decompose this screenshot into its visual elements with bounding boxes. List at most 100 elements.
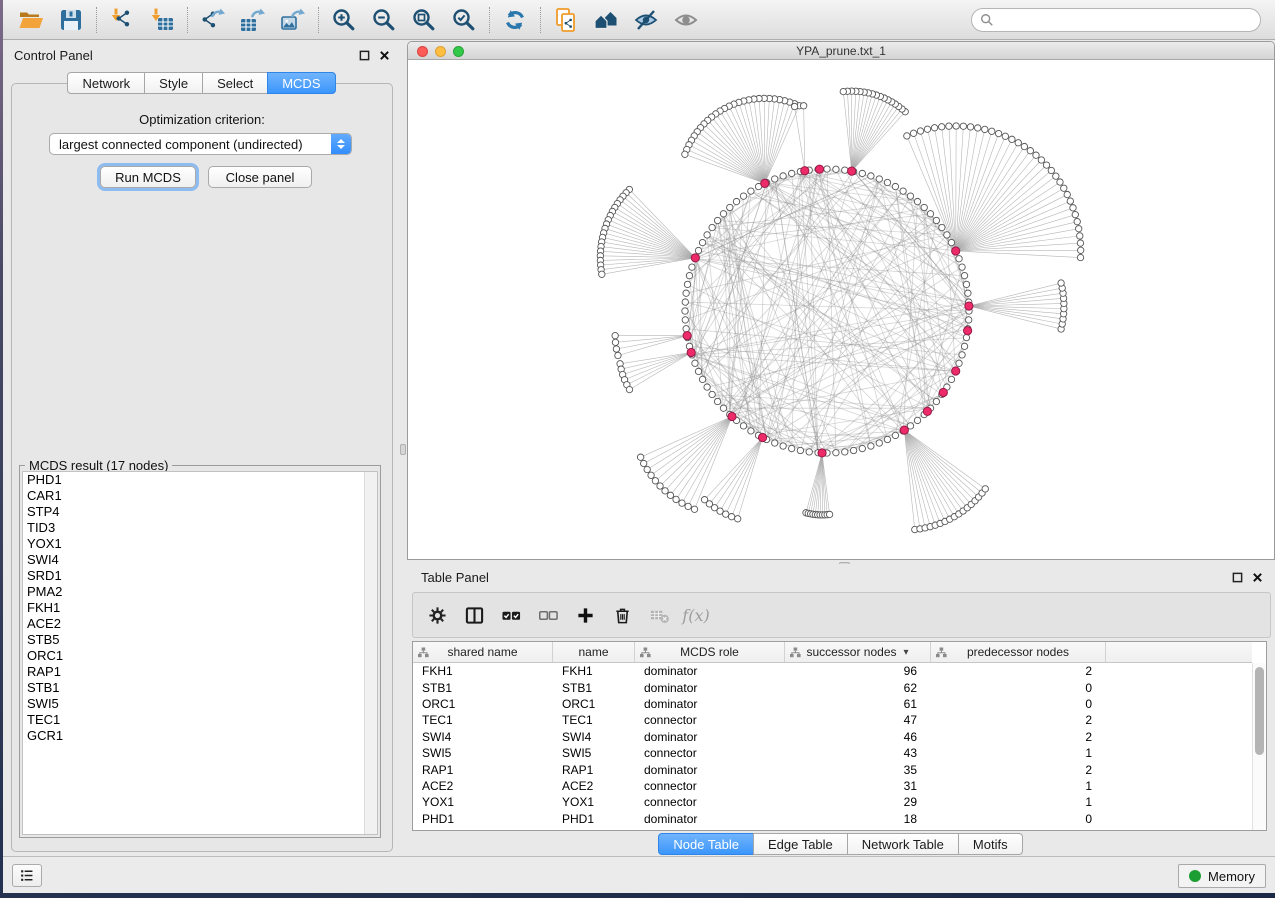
network-node[interactable] — [833, 166, 839, 172]
network-hub-node[interactable] — [952, 367, 960, 375]
optimization-criterion-select[interactable]: largest connected component (undirected) — [49, 133, 352, 155]
network-node[interactable] — [826, 511, 832, 517]
refresh-button[interactable] — [495, 4, 535, 36]
network-node[interactable] — [699, 239, 705, 245]
memory-button[interactable]: Memory — [1178, 864, 1266, 888]
network-node[interactable] — [953, 123, 959, 129]
network-node[interactable] — [720, 211, 726, 217]
column-header-successor-nodes[interactable]: successor nodes▾ — [785, 642, 931, 662]
network-node[interactable] — [956, 360, 962, 366]
show-panels-button[interactable] — [12, 864, 42, 887]
network-node[interactable] — [684, 281, 690, 287]
network-node[interactable] — [791, 103, 797, 109]
network-node[interactable] — [682, 317, 688, 323]
network-hub-node[interactable] — [939, 388, 947, 396]
network-node[interactable] — [613, 346, 619, 352]
network-node[interactable] — [840, 88, 846, 94]
float-table-panel-icon[interactable] — [1232, 572, 1243, 583]
network-node[interactable] — [683, 326, 689, 332]
network-node[interactable] — [714, 217, 720, 223]
network-node[interactable] — [1048, 167, 1054, 173]
network-node[interactable] — [1057, 179, 1063, 185]
network-hub-node[interactable] — [761, 179, 769, 187]
network-node[interactable] — [695, 368, 701, 374]
network-node[interactable] — [772, 440, 778, 446]
network-node[interactable] — [904, 133, 910, 139]
network-hub-node[interactable] — [683, 332, 691, 340]
float-panel-icon[interactable] — [359, 50, 370, 61]
network-hub-node[interactable] — [818, 449, 826, 457]
table-row[interactable]: ACE2ACE2connector311 — [413, 778, 1252, 794]
mcds-result-item[interactable]: ORC1 — [23, 648, 377, 664]
tab-node-table[interactable]: Node Table — [658, 833, 754, 855]
clone-network-button[interactable] — [546, 4, 586, 36]
network-node[interactable] — [626, 386, 632, 392]
network-node[interactable] — [921, 204, 927, 210]
network-node[interactable] — [850, 447, 856, 453]
network-node[interactable] — [652, 478, 658, 484]
import-network-button[interactable] — [102, 4, 142, 36]
mcds-result-item[interactable]: PMA2 — [23, 584, 377, 600]
search-input[interactable] — [1000, 12, 1252, 27]
export-image-button[interactable] — [273, 4, 313, 36]
network-hub-node[interactable] — [728, 412, 736, 420]
network-node[interactable] — [982, 486, 988, 492]
delete-table-button[interactable] — [645, 600, 673, 630]
network-node[interactable] — [892, 432, 898, 438]
network-node[interactable] — [1064, 191, 1070, 197]
import-table-button[interactable] — [142, 4, 182, 36]
network-node[interactable] — [723, 511, 729, 517]
network-node[interactable] — [1053, 173, 1059, 179]
network-node[interactable] — [967, 124, 973, 130]
network-node[interactable] — [868, 173, 874, 179]
network-node[interactable] — [679, 500, 685, 506]
mcds-result-item[interactable]: ACE2 — [23, 616, 377, 632]
network-node[interactable] — [740, 423, 746, 429]
vertical-splitter-handle[interactable] — [400, 444, 406, 455]
network-node[interactable] — [740, 193, 746, 199]
select-all-check-button[interactable] — [497, 600, 525, 630]
first-neighbors-button[interactable] — [586, 4, 626, 36]
sort-menu-icon[interactable]: ▾ — [904, 647, 909, 658]
network-node[interactable] — [1009, 136, 1015, 142]
network-node[interactable] — [709, 224, 715, 230]
network-node[interactable] — [1072, 211, 1078, 217]
network-node[interactable] — [640, 460, 646, 466]
network-node[interactable] — [728, 513, 734, 519]
network-node[interactable] — [673, 496, 679, 502]
network-node[interactable] — [868, 443, 874, 449]
table-row[interactable]: SWI4SWI4dominator462 — [413, 729, 1252, 745]
network-node[interactable] — [1077, 233, 1083, 239]
tab-style[interactable]: Style — [144, 72, 203, 94]
network-node[interactable] — [667, 492, 673, 498]
network-node[interactable] — [914, 417, 920, 423]
mcds-result-item[interactable]: STB1 — [23, 680, 377, 696]
network-hub-node[interactable] — [848, 167, 856, 175]
close-panel-button[interactable]: Close panel — [208, 166, 312, 188]
create-column-plus-button[interactable] — [571, 600, 599, 630]
table-row[interactable]: PHD1PHD1dominator180 — [413, 811, 1252, 827]
mcds-result-item[interactable]: YOX1 — [23, 536, 377, 552]
network-node[interactable] — [644, 466, 650, 472]
network-node[interactable] — [931, 125, 937, 131]
network-node[interactable] — [1077, 247, 1083, 253]
network-node[interactable] — [1038, 157, 1044, 163]
mcds-result-item[interactable]: SRD1 — [23, 568, 377, 584]
export-network-button[interactable] — [193, 4, 233, 36]
network-node[interactable] — [924, 126, 930, 132]
network-node[interactable] — [859, 445, 865, 451]
tab-mcds[interactable]: MCDS — [267, 72, 335, 94]
deselect-all-button[interactable] — [534, 600, 562, 630]
network-node[interactable] — [876, 176, 882, 182]
network-hub-node[interactable] — [758, 433, 766, 441]
network-node[interactable] — [842, 167, 848, 173]
network-node[interactable] — [683, 290, 689, 296]
network-hub-node[interactable] — [801, 167, 809, 175]
network-hub-node[interactable] — [815, 165, 823, 173]
search-box[interactable] — [971, 8, 1261, 32]
table-options-gear-button[interactable] — [423, 600, 451, 630]
network-node[interactable] — [939, 124, 945, 130]
mcds-result-item[interactable]: TID3 — [23, 520, 377, 536]
export-table-button[interactable] — [233, 4, 273, 36]
network-node[interactable] — [833, 450, 839, 456]
